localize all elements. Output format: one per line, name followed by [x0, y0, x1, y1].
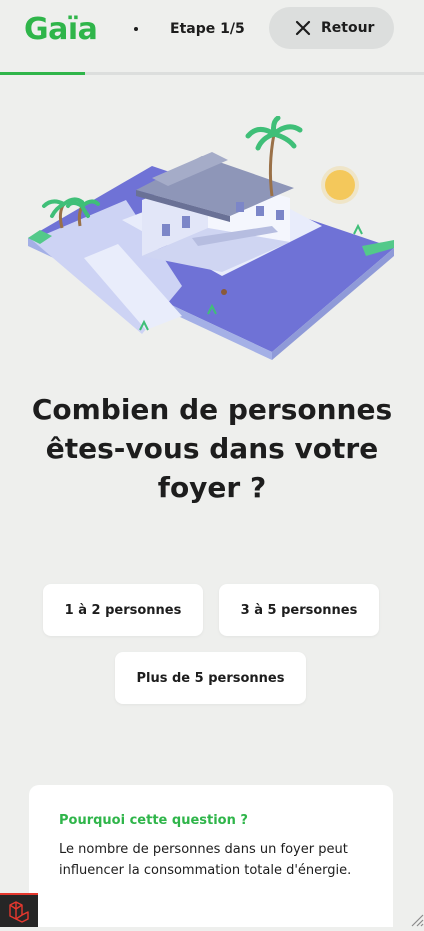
question-title: Combien de personnes êtes-vous dans votr… [31, 393, 393, 504]
back-button-label: Retour [321, 20, 375, 36]
info-card-title: Pourquoi cette question ? [59, 813, 248, 828]
house-illustration [28, 116, 394, 360]
header: Gaïa Etape 1/5 Retour [0, 0, 424, 74]
progress-bar-fill [0, 72, 85, 75]
option-1-2-persons[interactable]: 1 à 2 personnes [43, 584, 203, 636]
step-indicator: Etape 1/5 [170, 21, 245, 37]
option-more-than-5-persons[interactable]: Plus de 5 personnes [115, 652, 306, 704]
info-card: Pourquoi cette question ? Le nombre de p… [29, 785, 393, 927]
resize-handle-icon[interactable] [410, 912, 424, 927]
close-icon [295, 20, 311, 36]
gaia-logo[interactable]: Gaïa [24, 10, 98, 50]
option-3-5-persons[interactable]: 3 à 5 personnes [219, 584, 379, 636]
info-card-text: Le nombre de personnes dans un foyer peu… [59, 842, 352, 878]
laravel-debug-badge[interactable] [0, 893, 38, 927]
back-button[interactable]: Retour [269, 7, 394, 49]
laravel-icon [9, 901, 29, 923]
progress-bar [0, 72, 424, 75]
separator-dot [134, 27, 138, 31]
